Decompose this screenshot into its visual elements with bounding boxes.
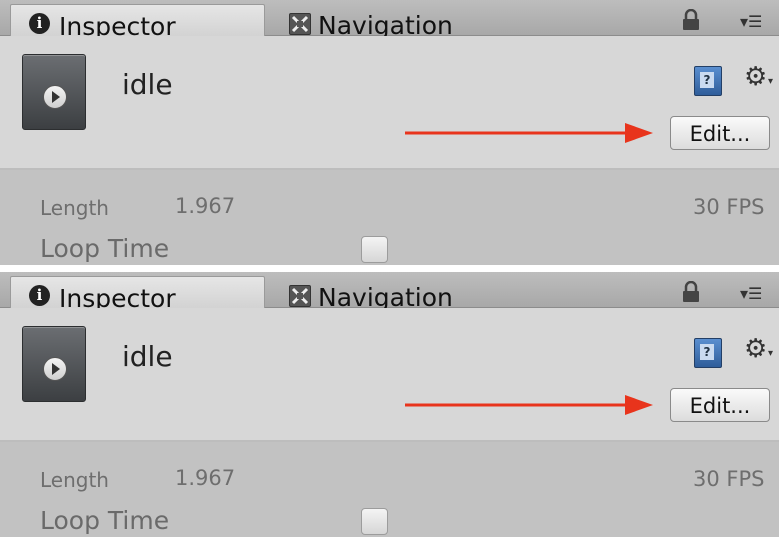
inspector-panel-top: i Inspector Navigation ▾☰ idle ? ⚙ ▾ Edi… bbox=[0, 0, 779, 268]
gear-dropdown-icon: ▾ bbox=[768, 348, 774, 359]
clip-name: idle bbox=[122, 340, 173, 373]
inspector-header: idle ? ⚙ ▾ Edit... bbox=[0, 308, 779, 440]
navmesh-icon bbox=[289, 13, 311, 35]
tab-inspector[interactable]: i Inspector bbox=[10, 4, 265, 41]
navmesh-icon bbox=[289, 285, 311, 307]
gear-icon[interactable]: ⚙ bbox=[744, 62, 767, 92]
tab-inspector[interactable]: i Inspector bbox=[10, 276, 265, 313]
length-label: Length bbox=[40, 196, 109, 220]
length-label: Length bbox=[40, 468, 109, 492]
animation-clip-icon bbox=[22, 326, 86, 402]
clip-properties: Length 1.967 30 FPS Loop Time bbox=[0, 170, 779, 265]
inspector-header: idle ? ⚙ ▾ Edit... bbox=[0, 36, 779, 168]
info-icon: i bbox=[29, 285, 50, 306]
loop-time-checkbox[interactable] bbox=[361, 236, 388, 263]
loop-time-checkbox[interactable] bbox=[361, 508, 388, 535]
annotation-arrow bbox=[405, 123, 653, 143]
help-book-icon[interactable]: ? bbox=[694, 338, 722, 368]
play-icon bbox=[43, 85, 67, 109]
gear-icon[interactable]: ⚙ bbox=[744, 334, 767, 364]
loop-time-label: Loop Time bbox=[40, 506, 170, 535]
loop-time-label: Loop Time bbox=[40, 234, 170, 263]
inspector-panel-bottom: i Inspector Navigation ▾☰ idle ? ⚙ ▾ Edi… bbox=[0, 272, 779, 537]
tab-navigation[interactable]: Navigation bbox=[276, 276, 656, 312]
length-value: 1.967 bbox=[175, 466, 236, 490]
length-value: 1.967 bbox=[175, 194, 236, 218]
info-icon: i bbox=[29, 13, 50, 34]
fps-label: 30 FPS bbox=[693, 195, 765, 219]
lock-icon[interactable] bbox=[681, 8, 701, 31]
edit-button[interactable]: Edit... bbox=[670, 388, 770, 422]
lock-icon[interactable] bbox=[681, 280, 701, 303]
fps-label: 30 FPS bbox=[693, 467, 765, 491]
play-icon bbox=[43, 357, 67, 381]
clip-properties: Length 1.967 30 FPS Loop Time bbox=[0, 442, 779, 537]
help-book-icon[interactable]: ? bbox=[694, 66, 722, 96]
edit-button[interactable]: Edit... bbox=[670, 116, 770, 150]
tab-bar: i Inspector Navigation ▾☰ bbox=[0, 272, 779, 313]
menu-icon[interactable]: ▾☰ bbox=[740, 12, 762, 31]
gear-dropdown-icon: ▾ bbox=[768, 76, 774, 87]
tab-navigation[interactable]: Navigation bbox=[276, 4, 656, 40]
clip-name: idle bbox=[122, 68, 173, 101]
animation-clip-icon bbox=[22, 54, 86, 130]
tab-bar: i Inspector Navigation ▾☰ bbox=[0, 0, 779, 41]
menu-icon[interactable]: ▾☰ bbox=[740, 284, 762, 303]
annotation-arrow bbox=[405, 395, 653, 415]
